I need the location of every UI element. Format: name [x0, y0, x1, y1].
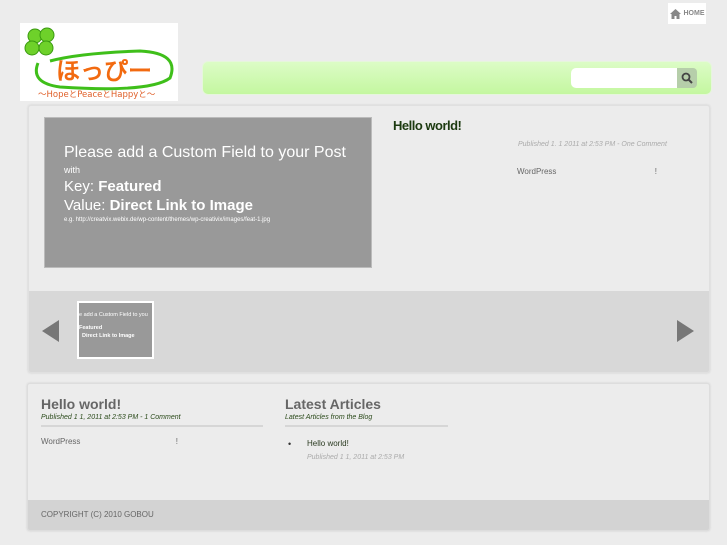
latest-subtitle: Latest Articles from the Blog [285, 414, 448, 427]
home-button[interactable]: HOME [668, 3, 706, 24]
svg-text:〜HopeとPeaceとHappyと〜: 〜HopeとPeaceとHappyと〜 [38, 90, 156, 100]
article-meta: Published 1 1, 2011 at 2:53 PM [307, 454, 405, 461]
clover-logo-image: ほっぴー 〜HopeとPeaceとHappyと〜 [24, 27, 174, 100]
thumb-line: e add a Custom Field to you [79, 312, 148, 318]
placeholder-line: Please add a Custom Field to your Post [64, 144, 346, 161]
bullet-icon: • [288, 439, 292, 449]
site-logo[interactable]: ほっぴー 〜HopeとPeaceとHappyと〜 [20, 23, 178, 101]
svg-text:ほっぴー: ほっぴー [56, 57, 152, 85]
slide-thumbnail[interactable]: e add a Custom Field to you Featured Dir… [77, 301, 154, 359]
footer: COPYRIGHT (C) 2010 GOBOU [28, 500, 709, 530]
latest-articles: Latest Articles Latest Articles from the… [285, 396, 448, 461]
placeholder-key: Key: Featured [64, 178, 162, 195]
placeholder-example: e.g. http://creatvix.webix.de/wp-content… [64, 217, 271, 223]
article-link[interactable]: Hello world! [307, 439, 448, 448]
home-icon [669, 8, 681, 19]
arrow-right-icon[interactable] [677, 320, 694, 342]
thumb-line: Direct Link to Image [82, 333, 135, 339]
post-excerpt: WordPress! [41, 437, 178, 446]
thumbnail-strip: e add a Custom Field to you Featured Dir… [29, 291, 709, 372]
search-button[interactable] [677, 68, 697, 88]
post-meta: Published 1 1, 2011 at 2:53 PM - 1 Comme… [41, 414, 263, 427]
featured-post-title[interactable]: Hello world! [393, 118, 462, 133]
featured-post-excerpt: WordPress! [517, 167, 657, 176]
featured-image[interactable]: Please add a Custom Field to your Post w… [44, 117, 372, 268]
list-item: • Hello world! Published 1 1, 2011 at 2:… [285, 439, 448, 461]
post-column: Hello world! Published 1 1, 2011 at 2:53… [41, 396, 263, 446]
placeholder-value: Value: Direct Link to Image [64, 197, 253, 214]
home-label: HOME [683, 10, 705, 17]
latest-title: Latest Articles [285, 396, 381, 412]
copyright: COPYRIGHT (C) 2010 GOBOU [41, 510, 154, 519]
thumb-line: Featured [79, 325, 103, 331]
arrow-left-icon[interactable] [42, 320, 59, 342]
search-icon [681, 72, 693, 84]
post-title[interactable]: Hello world! [41, 396, 263, 412]
search-input[interactable] [571, 68, 678, 88]
featured-post-meta: Published 1. 1 2011 at 2:53 PM - One Com… [518, 141, 667, 148]
featured-slider: Please add a Custom Field to your Post w… [28, 105, 710, 373]
placeholder-line: with [64, 165, 81, 175]
content-area: Hello world! Published 1 1, 2011 at 2:53… [27, 383, 710, 531]
